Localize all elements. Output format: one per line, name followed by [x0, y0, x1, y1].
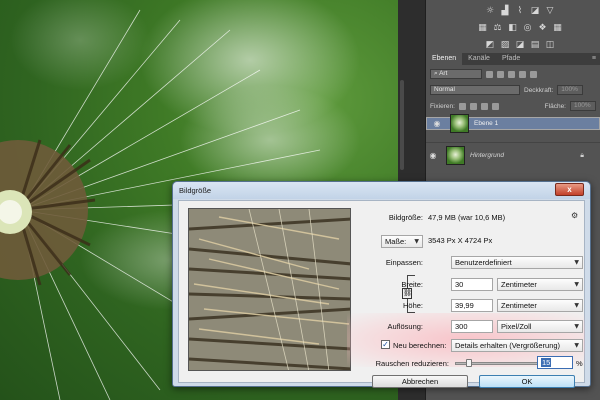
hue-saturation-icon[interactable]: ▦: [477, 23, 488, 33]
resolution-input[interactable]: 300: [451, 320, 493, 333]
close-button[interactable]: x: [555, 183, 584, 196]
width-label: Breite:: [401, 280, 423, 289]
visibility-eye-icon[interactable]: ◉: [426, 151, 440, 160]
layer-row-ebene-1[interactable]: ◉ Ebene 1: [426, 114, 600, 133]
resolution-unit-value: Pixel/Zoll: [501, 322, 532, 331]
chevron-down-icon: ▼: [574, 259, 579, 266]
exposure-icon[interactable]: ◪: [530, 6, 541, 16]
lock-label: Fixieren:: [430, 102, 455, 110]
chevron-down-icon: ▼: [574, 342, 579, 349]
width-input[interactable]: 30: [451, 278, 493, 291]
noise-label: Rauschen reduzieren:: [375, 359, 449, 368]
selective-color-icon[interactable]: ◫: [545, 40, 556, 50]
percent-sign: %: [576, 359, 583, 368]
opacity-field[interactable]: 100%: [557, 85, 584, 95]
layer-thumbnail: [446, 145, 465, 165]
dimensions-label-text: Maße:: [385, 237, 407, 246]
image-size-dialog: Bildgröße x Bildgröße: 47,9 MB (war 10,6…: [172, 181, 591, 388]
lock-transparent-icon[interactable]: [458, 102, 466, 110]
fit-label: Einpassen:: [385, 258, 423, 267]
adjustments-panel: ☼ ▟ ⌇ ◪ ▽ ▦ ⚖ ◧ ◎ ❖ ▦ ◩ ▨ ◪ ▤ ◫: [460, 2, 580, 53]
chain-link-icon[interactable]: ⛓: [402, 288, 412, 299]
height-input[interactable]: 39,99: [451, 299, 493, 312]
noise-input[interactable]: 15: [537, 356, 573, 369]
posterize-icon[interactable]: ▨: [500, 40, 511, 50]
gradient-map-icon[interactable]: ▤: [530, 40, 541, 50]
layers-panel-tabs: Ebenen Kanäle Pfade ≡: [426, 53, 600, 65]
resample-checkbox[interactable]: ✓: [381, 340, 390, 349]
resample-method-select[interactable]: Details erhalten (Vergrößerung) ▼: [451, 339, 583, 352]
dialog-body: Bildgröße: 47,9 MB (war 10,6 MB) ⚙ Maße:…: [178, 200, 585, 388]
fill-label: Fläche:: [544, 102, 566, 110]
photo-filter-icon[interactable]: ◎: [522, 23, 533, 33]
chevron-down-icon: ▼: [574, 302, 579, 309]
layer-thumbnail: [450, 114, 469, 133]
lock-row: Fixieren: Fläche: 100%: [430, 100, 596, 112]
cancel-button[interactable]: Abbrechen: [372, 375, 468, 388]
layer-filter-row: ⌕ Art: [430, 68, 596, 80]
image-size-value: 47,9 MB (war 10,6 MB): [428, 213, 506, 222]
gear-icon[interactable]: ⚙: [571, 211, 578, 220]
resolution-label: Auflösung:: [387, 322, 423, 331]
layer-row-hintergrund[interactable]: ◉ Hintergrund 🔒︎: [426, 142, 600, 167]
dimensions-label: Maße: ▼: [343, 235, 423, 248]
dimensions-value: 3543 Px X 4724 Px: [428, 236, 493, 245]
resample-label: Neu berechnen:: [393, 341, 447, 350]
preview-seeds-image: [189, 209, 350, 370]
filter-type-icon[interactable]: [508, 70, 515, 78]
opacity-label: Deckkraft:: [524, 86, 554, 94]
resample-method-value: Details erhalten (Vergrößerung): [455, 341, 561, 350]
ok-button[interactable]: OK: [479, 375, 575, 388]
panel-menu-icon[interactable]: ≡: [588, 53, 600, 65]
curves-icon[interactable]: ⌇: [515, 6, 526, 16]
chevron-down-icon: ▼: [574, 281, 579, 288]
image-preview[interactable]: [188, 208, 351, 371]
tab-pfade[interactable]: Pfade: [496, 53, 526, 65]
lock-image-icon[interactable]: [469, 102, 477, 110]
filter-adjustment-icon[interactable]: [497, 70, 504, 78]
lock-icon: 🔒︎: [580, 150, 584, 159]
threshold-icon[interactable]: ◪: [515, 40, 526, 50]
blend-mode-select[interactable]: Normal: [430, 85, 520, 95]
levels-icon[interactable]: ▟: [500, 6, 511, 16]
height-label: Höhe:: [402, 301, 423, 310]
fit-value: Benutzerdefiniert: [455, 258, 512, 267]
lock-all-icon[interactable]: [491, 102, 499, 110]
layer-name: Hintergrund: [470, 151, 504, 159]
noise-value: 15: [541, 358, 552, 367]
width-unit-select[interactable]: Zentimeter ▼: [497, 278, 583, 291]
image-size-label: Bildgröße:: [388, 213, 423, 222]
chevron-down-icon: ▼: [414, 238, 419, 245]
height-unit-select[interactable]: Zentimeter ▼: [497, 299, 583, 312]
channel-mixer-icon[interactable]: ❖: [537, 23, 548, 33]
tab-ebenen[interactable]: Ebenen: [426, 53, 463, 65]
width-unit-value: Zentimeter: [501, 280, 537, 289]
black-white-icon[interactable]: ◧: [507, 23, 518, 33]
invert-icon[interactable]: ◩: [485, 40, 496, 50]
blend-row: Normal Deckkraft: 100%: [430, 84, 596, 96]
collapse-strip-thumb[interactable]: [400, 80, 404, 170]
height-unit-value: Zentimeter: [501, 301, 537, 310]
chevron-down-icon: ▼: [574, 323, 579, 330]
layer-filter-value: Art: [439, 70, 448, 77]
filter-pixel-icon[interactable]: [486, 70, 493, 78]
color-lookup-icon[interactable]: ▦: [552, 23, 563, 33]
layer-name: Ebene 1: [474, 120, 499, 127]
color-balance-icon[interactable]: ⚖: [492, 23, 503, 33]
dialog-titlebar[interactable]: Bildgröße x: [173, 182, 590, 199]
dialog-title: Bildgröße: [179, 186, 212, 195]
noise-slider-knob[interactable]: [465, 359, 472, 367]
filter-smart-object-icon[interactable]: [530, 70, 537, 78]
tab-kanaele[interactable]: Kanäle: [462, 53, 496, 65]
layer-filter-select[interactable]: ⌕ Art: [430, 69, 482, 79]
dimensions-unit-select[interactable]: Maße: ▼: [381, 235, 423, 248]
resolution-unit-select[interactable]: Pixel/Zoll ▼: [497, 320, 583, 333]
brightness-icon[interactable]: ☼: [485, 6, 496, 16]
fit-select[interactable]: Benutzerdefiniert ▼: [451, 256, 583, 269]
filter-shape-icon[interactable]: [519, 70, 526, 78]
vibrance-icon[interactable]: ▽: [545, 6, 556, 16]
fill-field[interactable]: 100%: [570, 101, 596, 111]
lock-position-icon[interactable]: [480, 102, 488, 110]
visibility-eye-icon[interactable]: ◉: [430, 118, 444, 129]
